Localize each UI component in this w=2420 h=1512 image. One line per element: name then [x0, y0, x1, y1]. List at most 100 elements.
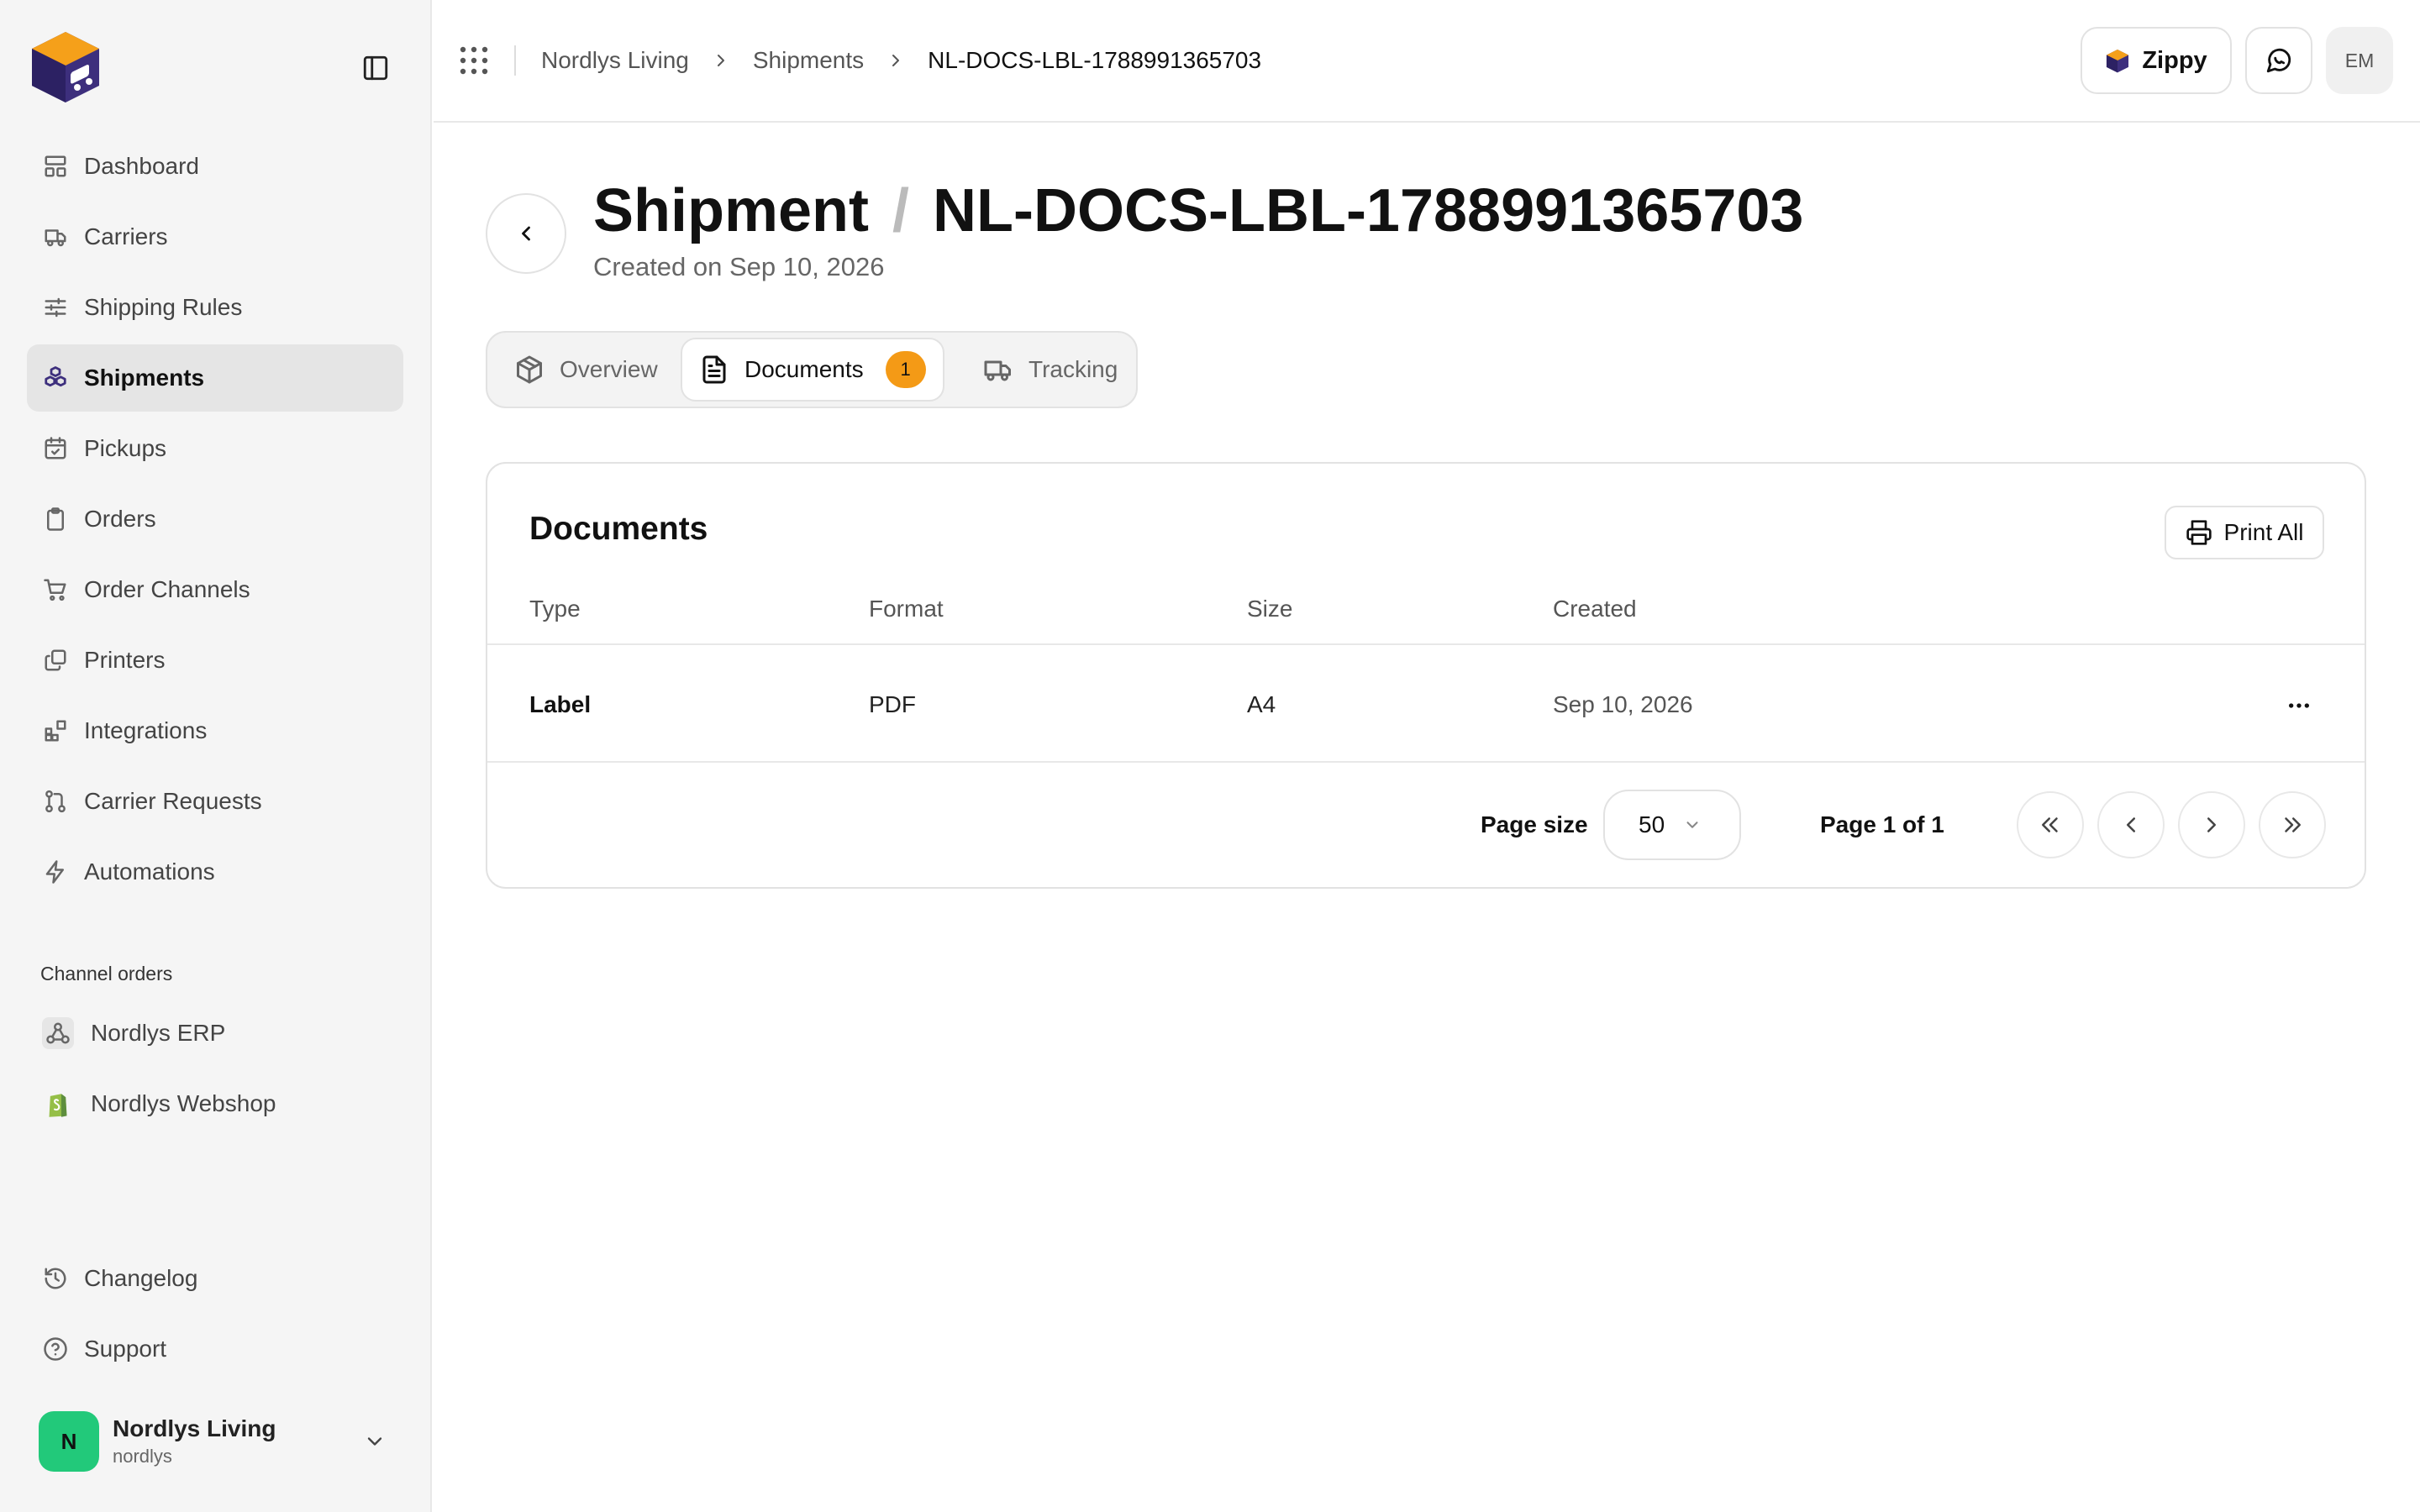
- column-header-created: Created: [1553, 596, 1637, 622]
- table-row[interactable]: Label PDF A4 Sep 10, 2026: [487, 647, 2365, 763]
- zippy-label: Zippy: [2142, 46, 2207, 74]
- last-page-button[interactable]: [2259, 791, 2326, 858]
- chevrons-right-icon: [2280, 812, 2305, 837]
- cart-icon: [42, 576, 69, 603]
- cell-format: PDF: [869, 691, 916, 717]
- tab-overview[interactable]: Overview: [497, 338, 675, 402]
- chevron-down-icon: [1683, 816, 1702, 834]
- sidebar-item-carrier-requests[interactable]: Carrier Requests: [27, 768, 403, 835]
- breadcrumb-item-shipments[interactable]: Shipments: [753, 47, 864, 74]
- sidebar-item-order-channels[interactable]: Order Channels: [27, 556, 403, 623]
- sliders-icon: [42, 294, 69, 321]
- message-circle-icon: [2265, 46, 2293, 75]
- tab-documents[interactable]: Documents 1: [681, 338, 944, 402]
- print-all-button[interactable]: Print All: [2165, 506, 2324, 559]
- sidebar-item-label: Changelog: [84, 1265, 198, 1291]
- sidebar-item-label: Support: [84, 1336, 167, 1362]
- sidebar-item-dashboard[interactable]: Dashboard: [27, 133, 403, 200]
- sidebar-item-support[interactable]: Support: [27, 1315, 403, 1383]
- package-icon: [514, 354, 544, 385]
- chevron-down-icon: [363, 1430, 387, 1453]
- page-info: Page 1 of 1: [1820, 811, 1944, 837]
- sidebar-item-carriers[interactable]: Carriers: [27, 203, 403, 270]
- documents-card: Documents Print All Type Format Size Cre…: [486, 462, 2366, 889]
- chevrons-left-icon: [2038, 812, 2063, 837]
- file-text-icon: [699, 354, 729, 385]
- zippy-button[interactable]: Zippy: [2081, 27, 2232, 94]
- apps-grid-icon[interactable]: [459, 45, 489, 76]
- help-circle-icon: [42, 1336, 69, 1362]
- tab-label: Tracking: [1028, 356, 1118, 382]
- sidebar-item-label: Shipping Rules: [84, 294, 243, 320]
- account-switcher[interactable]: N Nordlys Living nordlys: [27, 1404, 403, 1478]
- column-header-type: Type: [529, 596, 581, 622]
- chevron-right-icon: [711, 50, 731, 71]
- channel-label: Nordlys Webshop: [91, 1090, 276, 1116]
- channel-item-nordlys-webshop[interactable]: Nordlys Webshop: [27, 1070, 403, 1137]
- column-header-size: Size: [1247, 596, 1293, 622]
- printer-icon: [2186, 519, 2212, 546]
- sidebar-item-automations[interactable]: Automations: [27, 838, 403, 906]
- chevron-left-icon: [514, 222, 538, 245]
- copy-icon: [42, 647, 69, 674]
- sidebar-toggle-icon[interactable]: [361, 54, 390, 82]
- sidebar-item-integrations[interactable]: Integrations: [27, 697, 403, 764]
- previous-page-button[interactable]: [2097, 791, 2165, 858]
- truck-icon: [42, 223, 69, 250]
- shopify-icon: [42, 1088, 74, 1120]
- account-text: Nordlys Living nordlys: [113, 1414, 276, 1469]
- calendar-check-icon: [42, 435, 69, 462]
- chat-button[interactable]: [2245, 27, 2312, 94]
- zippy-logo-icon: [2105, 48, 2130, 73]
- table-header: Type Format Size Created: [487, 590, 2365, 645]
- sidebar-item-shipping-rules[interactable]: Shipping Rules: [27, 274, 403, 341]
- page-title-prefix: Shipment: [593, 177, 870, 244]
- top-header: Nordlys Living Shipments NL-DOCS-LBL-178…: [434, 0, 2420, 123]
- sidebar-item-changelog[interactable]: Changelog: [27, 1245, 403, 1312]
- first-page-button[interactable]: [2017, 791, 2084, 858]
- truck-icon: [983, 354, 1013, 385]
- back-button[interactable]: [486, 193, 566, 274]
- tab-tracking[interactable]: Tracking: [966, 338, 1134, 402]
- git-pull-request-icon: [42, 788, 69, 815]
- page-size-select[interactable]: 50: [1603, 790, 1741, 860]
- sidebar: Dashboard Carriers Shipping Rules Shipme…: [0, 0, 432, 1512]
- more-horizontal-icon[interactable]: [2286, 692, 2312, 719]
- cell-type: Label: [529, 691, 592, 717]
- channel-item-nordlys-erp[interactable]: Nordlys ERP: [27, 1000, 403, 1067]
- sidebar-item-label: Dashboard: [84, 153, 199, 179]
- channel-label: Nordlys ERP: [91, 1020, 226, 1046]
- zap-icon: [42, 858, 69, 885]
- sidebar-item-label: Order Channels: [84, 576, 250, 602]
- dashboard-icon: [42, 153, 69, 180]
- page-title-separator: /: [892, 177, 910, 244]
- webhook-icon: [42, 1017, 74, 1049]
- sidebar-item-label: Carrier Requests: [84, 788, 262, 814]
- avatar: N: [39, 1411, 99, 1472]
- sidebar-item-label: Automations: [84, 858, 215, 885]
- documents-card-title: Documents: [529, 511, 708, 547]
- chevron-right-icon: [886, 50, 906, 71]
- sidebar-item-label: Shipments: [84, 365, 205, 391]
- clipboard-icon: [42, 506, 69, 533]
- sidebar-item-label: Printers: [84, 647, 166, 673]
- sidebar-item-shipments[interactable]: Shipments: [27, 344, 403, 412]
- breadcrumb-item-org[interactable]: Nordlys Living: [541, 47, 689, 74]
- sidebar-item-orders[interactable]: Orders: [27, 486, 403, 553]
- user-avatar-button[interactable]: EM: [2326, 27, 2393, 94]
- channel-orders-heading: Channel orders: [40, 963, 173, 984]
- header-divider: [514, 45, 516, 76]
- page-title: Shipment / NL-DOCS-LBL-1788991365703: [593, 173, 1803, 249]
- page-size-value: 50: [1639, 811, 1665, 837]
- chevron-left-icon: [2118, 812, 2144, 837]
- breadcrumb: Nordlys Living Shipments NL-DOCS-LBL-178…: [541, 42, 1261, 79]
- sidebar-item-printers[interactable]: Printers: [27, 627, 403, 694]
- bottom-nav: Changelog Support: [27, 1245, 403, 1386]
- account-handle: nordlys: [113, 1446, 172, 1467]
- account-name: Nordlys Living: [113, 1415, 276, 1441]
- history-icon: [42, 1265, 69, 1292]
- sidebar-item-pickups[interactable]: Pickups: [27, 415, 403, 482]
- next-page-button[interactable]: [2178, 791, 2245, 858]
- app-logo[interactable]: [27, 27, 104, 104]
- page-subtitle: Created on Sep 10, 2026: [593, 252, 885, 281]
